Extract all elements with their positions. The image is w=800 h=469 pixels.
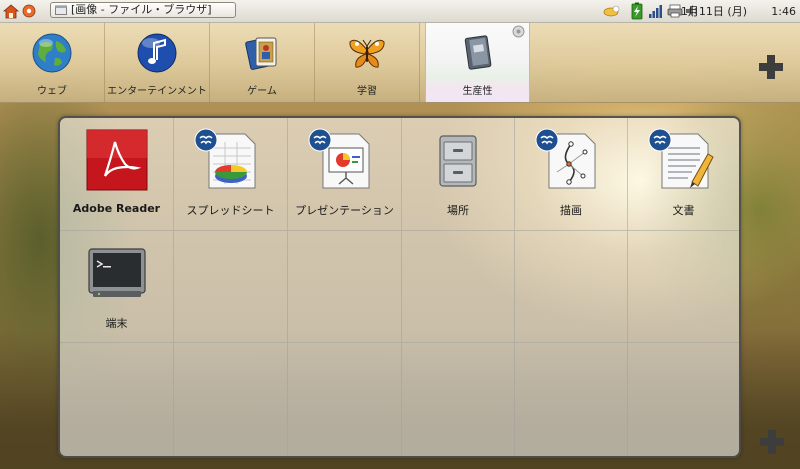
app-tile-drawing[interactable]: 描画: [515, 118, 628, 231]
empty-slot: [174, 231, 288, 343]
close-icon[interactable]: [512, 25, 525, 38]
openoffice-badge-icon: [308, 128, 332, 152]
empty-slot: [402, 343, 515, 456]
clock-date[interactable]: 1月11日 (月): [681, 2, 747, 22]
tab-label: エンターテインメント: [107, 86, 207, 97]
empty-slot: [628, 231, 739, 343]
app-label: 端末: [105, 317, 128, 330]
app-label: Adobe Reader: [72, 202, 161, 215]
tab-games[interactable]: ゲーム: [210, 22, 315, 102]
globe-icon: [32, 33, 72, 73]
tab-web[interactable]: ウェブ: [0, 22, 105, 102]
tab-label: 学習: [357, 86, 377, 97]
tab-entertainment[interactable]: エンターテインメント: [105, 22, 210, 102]
tab-learning[interactable]: 学習: [315, 22, 420, 102]
openoffice-badge-icon: [535, 128, 559, 152]
adobe-reader-icon: [86, 129, 147, 191]
home-icon: [2, 4, 36, 19]
app-tile-presentation[interactable]: プレゼンテーション: [288, 118, 402, 231]
tab-productivity[interactable]: 生産性: [425, 22, 530, 102]
window-title: [画像 - ファイル・ブラウザ]: [71, 3, 212, 16]
tab-label: 生産性: [462, 86, 493, 97]
empty-slot: [515, 231, 628, 343]
empty-slot: [174, 343, 288, 456]
app-tile-terminal[interactable]: 端末: [60, 231, 174, 343]
app-tile-document[interactable]: 文書: [628, 118, 739, 231]
empty-slot: [515, 343, 628, 456]
openoffice-badge-icon: [648, 128, 672, 152]
app-label: 文書: [672, 204, 695, 217]
signal-icon[interactable]: [648, 2, 664, 20]
add-app-plus-icon[interactable]: [757, 427, 787, 457]
battery-icon[interactable]: [629, 2, 645, 20]
file-cabinet-icon: [439, 135, 477, 187]
app-label: 描画: [560, 204, 582, 217]
notebook-icon: [464, 35, 491, 70]
empty-slot: [628, 343, 739, 456]
app-label: スプレッドシート: [186, 204, 275, 217]
weather-icon[interactable]: [602, 2, 622, 20]
empty-slot: [60, 343, 174, 456]
file-browser-icon: [55, 5, 67, 15]
butterfly-icon: [349, 39, 385, 68]
empty-slot: [288, 343, 402, 456]
empty-slot: [402, 231, 515, 343]
taskbar-window-button[interactable]: [画像 - ファイル・ブラウザ]: [50, 2, 236, 18]
app-label: プレゼンテーション: [295, 204, 394, 217]
tab-label: ウェブ: [37, 86, 67, 97]
clock-time[interactable]: 1:46: [771, 2, 796, 22]
openoffice-badge-icon: [194, 128, 218, 152]
app-launcher-panel: Adobe Reader スプレッドシート プレゼンテーション 場所 描画 文書…: [58, 116, 741, 458]
main-menu-button[interactable]: [2, 2, 38, 20]
app-label: 場所: [447, 204, 469, 217]
app-grid: Adobe Reader スプレッドシート プレゼンテーション 場所 描画 文書…: [60, 118, 739, 456]
top-panel: [画像 - ファイル・ブラウザ] 1月11日 (月) 1:46: [0, 0, 800, 23]
empty-slot: [288, 231, 402, 343]
playing-cards-icon: [245, 37, 277, 70]
tab-label: ゲーム: [247, 86, 277, 97]
add-category-plus-icon[interactable]: [756, 52, 786, 82]
category-bar: ウェブ エンターテインメント ゲーム 学習 生産性: [0, 22, 800, 103]
app-tile-adobe-reader[interactable]: Adobe Reader: [60, 118, 174, 231]
music-note-icon: [137, 33, 177, 73]
terminal-icon: [87, 248, 146, 297]
app-tile-spreadsheet[interactable]: スプレッドシート: [174, 118, 288, 231]
app-tile-places[interactable]: 場所: [402, 118, 515, 231]
